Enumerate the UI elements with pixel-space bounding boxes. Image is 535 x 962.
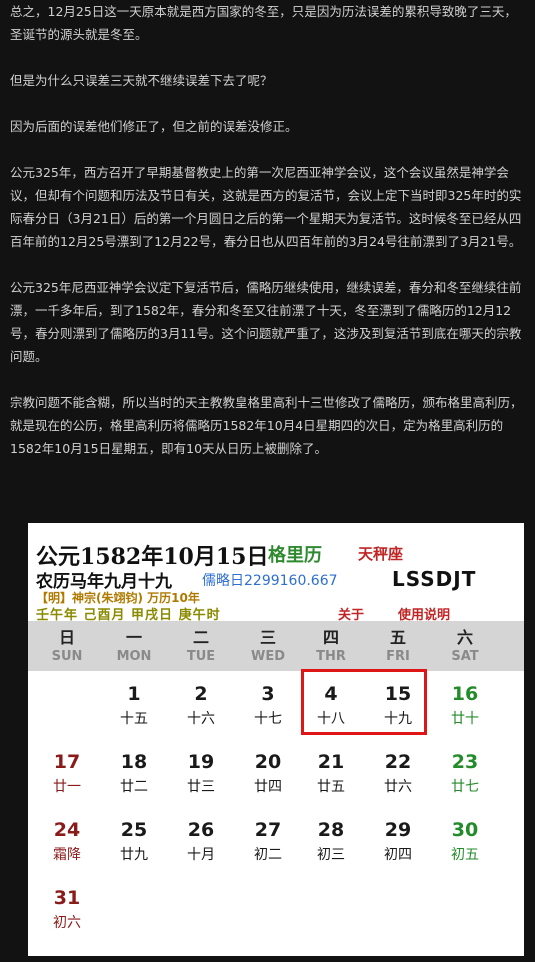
day-number[interactable]: 26 [167, 819, 235, 841]
lunar-day: 霜降 [53, 847, 81, 863]
zodiac-sign: 天秤座 [358, 545, 404, 563]
lunar-day: 廿一 [53, 779, 81, 795]
weekday-en: WED [250, 649, 285, 664]
day-number[interactable]: 2 [167, 683, 235, 705]
lunar-day: 十六 [187, 711, 215, 727]
weekday-en: SAT [451, 649, 479, 664]
lunar-day: 十七 [254, 711, 282, 727]
paragraph: 总之，12月25日这一天原本就是西方国家的冬至，只是因为历法误差的累积导致晚了三… [10, 4, 517, 42]
lunar-day: 初五 [451, 847, 479, 863]
paragraph: 因为后面的误差他们修正了，但之前的误差没修正。 [10, 119, 298, 134]
weekday-en: SUN [51, 649, 83, 664]
weekday-en: MON [116, 649, 152, 664]
weekday-cn: 四 [322, 628, 339, 647]
calendar-image: 公元1582年10月15日 格里历 天秤座 农历马年九月十九 儒略日229916… [28, 523, 524, 956]
lunar-day: 初三 [317, 847, 345, 863]
lunar-day: 十月 [187, 847, 215, 863]
day-number[interactable]: 22 [364, 751, 432, 773]
julian-day: 儒略日2299160.667 [202, 573, 338, 589]
lunar-day: 廿五 [317, 779, 345, 795]
weekday-cn: 一 [125, 628, 142, 647]
weekday-cn: 六 [456, 628, 473, 647]
lunar-day: 初四 [384, 847, 412, 863]
day-number[interactable]: 16 [431, 683, 499, 705]
lunar-day: 廿十 [451, 711, 479, 727]
calendar-system-name: 格里历 [268, 545, 322, 566]
day-number[interactable]: 18 [100, 751, 168, 773]
day-number[interactable]: 31 [33, 887, 101, 909]
day-number[interactable]: 1 [100, 683, 168, 705]
highlight-box [301, 669, 427, 735]
weekday-cn: 二 [192, 628, 209, 647]
day-number[interactable]: 25 [100, 819, 168, 841]
lunar-day: 初六 [53, 915, 81, 931]
day-number[interactable]: 30 [431, 819, 499, 841]
day-number[interactable]: 29 [364, 819, 432, 841]
paragraph: 公元325年，西方召开了早期基督教史上的第一次尼西亚神学会议，这个会议虽然是神学… [10, 165, 522, 249]
weekday-en: TUE [186, 649, 216, 664]
lunar-day: 廿六 [384, 779, 412, 795]
paragraph: 公元325年尼西亚神学会议定下复活节后，儒略历继续使用，继续误差，春分和冬至继续… [10, 280, 522, 364]
day-number[interactable]: 24 [33, 819, 101, 841]
lunar-day: 十五 [120, 711, 148, 727]
day-number[interactable]: 19 [167, 751, 235, 773]
article-text: 总之，12月25日这一天原本就是西方国家的冬至，只是因为历法误差的累积导致晚了三… [10, 0, 527, 483]
day-number[interactable]: 21 [297, 751, 365, 773]
weekday-en: THR [316, 649, 346, 664]
weekday-cn: 日 [58, 628, 75, 647]
lunar-day: 初二 [254, 847, 282, 863]
weekday-cn: 三 [259, 628, 276, 647]
lunar-day: 廿二 [120, 779, 148, 795]
watermark-code: LSSDJT [392, 567, 477, 591]
day-number[interactable]: 3 [234, 683, 302, 705]
weekday-en: FRI [386, 649, 410, 664]
lunar-day: 廿九 [120, 847, 148, 863]
lunar-day: 廿四 [254, 779, 282, 795]
weekday-cn: 五 [389, 628, 406, 647]
paragraph: 但是为什么只误差三天就不继续误差下去了呢？ [10, 73, 273, 88]
day-number[interactable]: 27 [234, 819, 302, 841]
day-number[interactable]: 17 [33, 751, 101, 773]
day-number[interactable]: 23 [431, 751, 499, 773]
day-number[interactable]: 28 [297, 819, 365, 841]
paragraph: 宗教问题不能含糊，所以当时的天主教教皇格里高利十三世修改了儒略历，颁布格里高利历… [10, 395, 523, 456]
day-number[interactable]: 20 [234, 751, 302, 773]
lunar-day: 廿七 [451, 779, 479, 795]
lunar-day: 廿三 [187, 779, 215, 795]
